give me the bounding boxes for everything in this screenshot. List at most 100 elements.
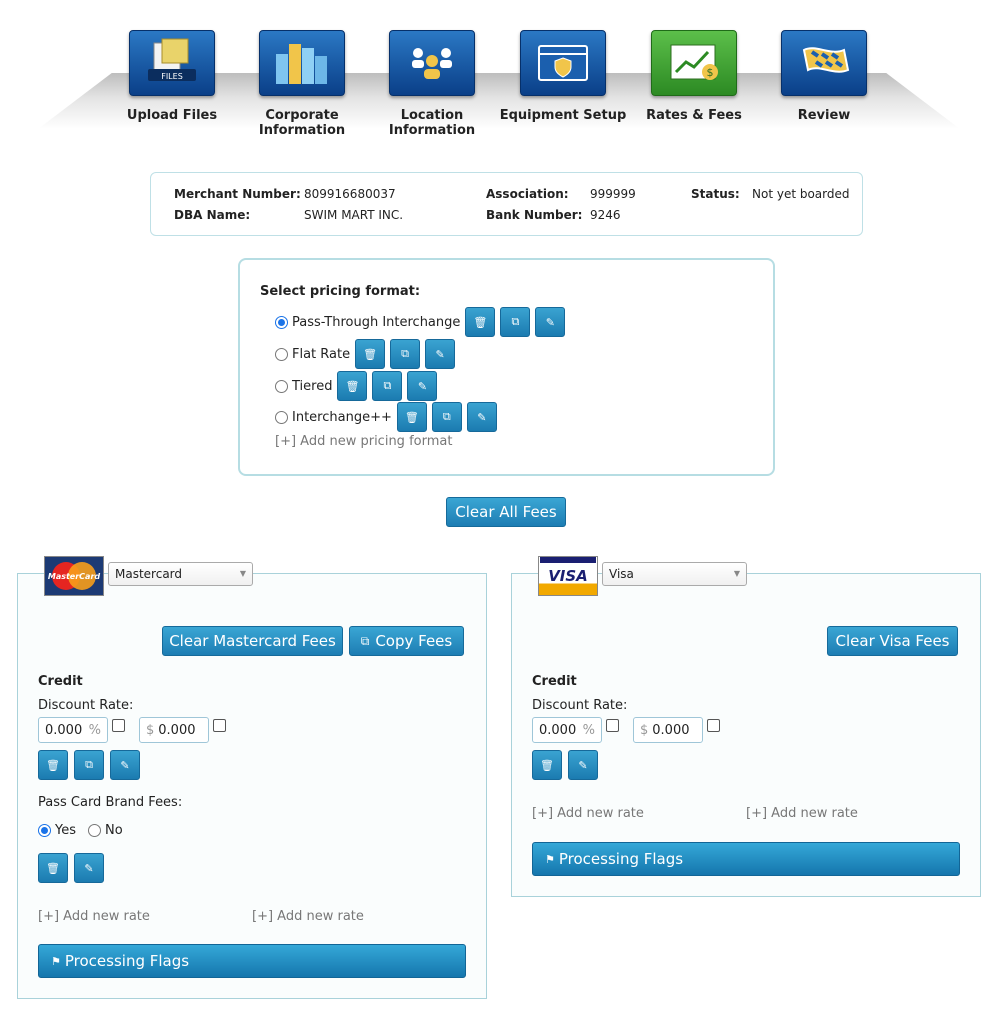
flag-icon: ⚑ (545, 852, 555, 866)
pencil-icon[interactable]: ✎ (568, 750, 598, 780)
pass-card-brand-fees-label: Pass Card Brand Fees: (38, 795, 183, 810)
checkered-flag-icon (781, 30, 867, 96)
amount-value: 0.000 (652, 722, 690, 738)
no-label: No (105, 823, 123, 838)
add-pricing-format-link[interactable]: [+] Add new pricing format (275, 434, 452, 449)
option-label: Flat Rate (292, 346, 351, 362)
svg-text:$: $ (707, 66, 714, 79)
trash-icon[interactable]: 🗑 (532, 750, 562, 780)
discount-rate-percent-input[interactable]: 0.000% (38, 717, 108, 743)
pencil-icon[interactable]: ✎ (74, 853, 104, 883)
wizard-step-review[interactable]: Review (759, 30, 889, 123)
radio-button[interactable] (275, 379, 288, 393)
pencil-icon[interactable]: ✎ (110, 750, 140, 780)
people-icon (389, 30, 475, 96)
trash-icon[interactable]: 🗑 (38, 750, 68, 780)
radio-no[interactable] (88, 824, 101, 837)
discount-rate-percent-input[interactable]: 0.000% (532, 717, 602, 743)
pricing-option-tiered[interactable]: Tiered 🗑 ⧉ ✎ (275, 371, 438, 401)
copy-icon: ⧉ (360, 633, 370, 648)
option-label: Interchange++ (292, 409, 392, 425)
pricing-format-box: Select pricing format: Pass-Through Inte… (238, 258, 775, 476)
percent-suffix: % (582, 722, 595, 738)
wizard-step-label: Corporate Information (258, 108, 346, 138)
dollar-prefix: $ (640, 722, 649, 738)
wizard-step-rates-fees[interactable]: $ Rates & Fees (629, 30, 759, 123)
wizard-step-upload-files[interactable]: FILES Upload Files (107, 30, 237, 123)
pencil-icon[interactable]: ✎ (466, 402, 497, 432)
discount-rate-label: Discount Rate: (532, 698, 628, 713)
processing-flags-bar[interactable]: ⚑ Processing Flags (38, 944, 466, 978)
discount-rate-amount-input[interactable]: $0.000 (633, 717, 703, 743)
card-brand-select[interactable]: Visa (602, 562, 747, 586)
pencil-icon[interactable]: ✎ (425, 339, 456, 369)
dollar-prefix: $ (146, 722, 155, 738)
wizard-step-label: Equipment Setup (499, 108, 627, 123)
option-label: Pass-Through Interchange (292, 314, 461, 330)
dba-label: DBA Name: (174, 208, 251, 222)
add-new-rate-link[interactable]: [+] Add new rate (38, 909, 150, 924)
wizard-step-location[interactable]: Location Information (367, 30, 497, 138)
radio-button[interactable] (275, 347, 288, 361)
processing-flags-label: Processing Flags (64, 952, 190, 970)
rate-value: 0.000 (539, 722, 577, 738)
merchant-info-box: Merchant Number: 809916680037 DBA Name: … (150, 172, 863, 236)
credit-heading: Credit (38, 674, 83, 689)
radio-yes[interactable] (38, 824, 51, 837)
credit-heading: Credit (532, 674, 577, 689)
association-label: Association: (486, 187, 569, 201)
merchant-number: 809916680037 (304, 187, 396, 201)
trash-icon[interactable]: 🗑 (396, 402, 427, 432)
pencil-icon[interactable]: ✎ (535, 307, 566, 337)
amount-checkbox[interactable] (213, 719, 226, 732)
add-new-rate-link[interactable]: [+] Add new rate (746, 806, 858, 821)
processing-flags-label: Processing Flags (558, 850, 684, 868)
amount-checkbox[interactable] (707, 719, 720, 732)
wizard-step-corporate[interactable]: Corporate Information (237, 30, 367, 138)
buildings-icon (259, 30, 345, 96)
browser-shield-icon (520, 30, 606, 96)
pricing-option-interchange-plus[interactable]: Interchange++ 🗑 ⧉ ✎ (275, 402, 497, 432)
add-new-rate-link[interactable]: [+] Add new rate (252, 909, 364, 924)
pricing-option-pass-through[interactable]: Pass-Through Interchange 🗑 ⧉ ✎ (275, 307, 566, 337)
merchant-number-label: Merchant Number: (174, 187, 301, 201)
copy-icon[interactable]: ⧉ (372, 371, 403, 401)
pricing-title: Select pricing format: (260, 284, 421, 299)
copy-icon[interactable]: ⧉ (74, 750, 104, 780)
flag-icon: ⚑ (51, 954, 61, 968)
radio-button[interactable] (275, 315, 288, 329)
add-new-rate-link[interactable]: [+] Add new rate (532, 806, 644, 821)
rate-value: 0.000 (45, 722, 83, 738)
copy-icon[interactable]: ⧉ (500, 307, 531, 337)
chart-dollar-icon: $ (651, 30, 737, 96)
copy-icon[interactable]: ⧉ (390, 339, 421, 369)
svg-text:MasterCard: MasterCard (48, 572, 101, 581)
trash-icon[interactable]: 🗑 (355, 339, 386, 369)
association: 999999 (590, 187, 636, 201)
trash-icon[interactable]: 🗑 (337, 371, 368, 401)
trash-icon[interactable]: 🗑 (38, 853, 68, 883)
mastercard-logo: MasterCard (44, 556, 104, 596)
amount-value: 0.000 (158, 722, 196, 738)
bank-number-label: Bank Number: (486, 208, 583, 222)
clear-visa-fees-button[interactable]: Clear Visa Fees (827, 626, 958, 656)
copy-fees-button[interactable]: ⧉ Copy Fees (349, 626, 464, 656)
wizard-step-label: Location Information (388, 108, 476, 138)
wizard-step-equipment[interactable]: Equipment Setup (498, 30, 628, 123)
radio-button[interactable] (275, 410, 288, 424)
copy-icon[interactable]: ⧉ (431, 402, 462, 432)
percent-suffix: % (88, 722, 101, 738)
pricing-option-flat-rate[interactable]: Flat Rate 🗑 ⧉ ✎ (275, 339, 456, 369)
percent-checkbox[interactable] (606, 719, 619, 732)
pencil-icon[interactable]: ✎ (407, 371, 438, 401)
discount-rate-amount-input[interactable]: $0.000 (139, 717, 209, 743)
percent-checkbox[interactable] (112, 719, 125, 732)
svg-text:FILES: FILES (161, 72, 183, 81)
trash-icon[interactable]: 🗑 (465, 307, 496, 337)
card-brand-select[interactable]: Mastercard (108, 562, 253, 586)
clear-all-fees-button[interactable]: Clear All Fees (446, 497, 566, 527)
status-value: Not yet boarded (752, 187, 850, 201)
processing-flags-bar[interactable]: ⚑ Processing Flags (532, 842, 960, 876)
clear-mastercard-fees-button[interactable]: Clear Mastercard Fees (162, 626, 343, 656)
brand-fees-radio-group: Yes No (38, 823, 123, 838)
